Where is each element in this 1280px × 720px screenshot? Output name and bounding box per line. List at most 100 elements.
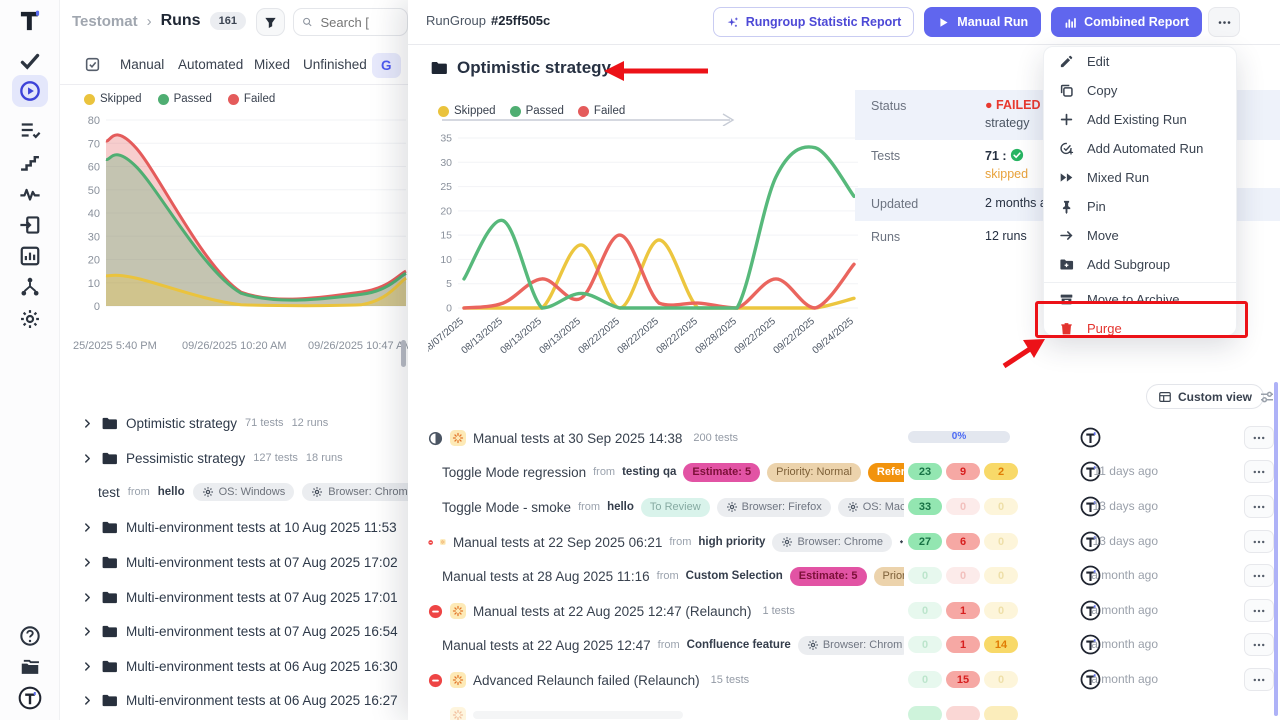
chevron-icon (82, 695, 93, 706)
tree-group-name[interactable]: Pessimistic strategy (126, 451, 245, 466)
tab-automated[interactable]: Automated (178, 57, 243, 72)
sliders-icon[interactable] (1259, 389, 1275, 405)
run-menu-button[interactable] (1244, 495, 1274, 518)
menu-item-copy[interactable]: Copy (1044, 76, 1236, 105)
legend-item-failed: Failed (228, 93, 275, 105)
legend-dot-icon (510, 106, 521, 117)
run-row[interactable]: Manual tests at 30 Sep 2025 14:38200 tes… (428, 422, 1276, 454)
sidebar-gear-icon[interactable] (19, 308, 41, 330)
custom-view-button[interactable]: Custom view (1146, 384, 1264, 409)
testomat-logo-icon[interactable] (17, 8, 43, 34)
sidebar-steps-icon[interactable] (19, 151, 41, 173)
sidebar-branch-icon[interactable] (19, 276, 41, 298)
sidebar-play-circle-icon[interactable] (12, 75, 48, 107)
menu-item-purge[interactable]: Purge (1044, 314, 1236, 343)
sidebar-check-icon[interactable] (19, 50, 41, 72)
multi-select-icon[interactable] (84, 56, 101, 73)
menu-item-add-subgroup[interactable]: Add Subgroup (1044, 250, 1236, 279)
tree-item-group[interactable]: Optimistic strategy71 tests12 runs (82, 411, 408, 435)
run-menu-button[interactable] (1244, 460, 1274, 483)
run-menu-button[interactable] (1244, 426, 1274, 449)
assignee-avatar[interactable] (1080, 427, 1101, 448)
run-name[interactable]: Toggle Mode regression (442, 465, 586, 480)
sidebar-pulse-icon[interactable] (19, 183, 41, 205)
run-name[interactable]: Toggle Mode - smoke (442, 500, 571, 515)
run-menu-button[interactable] (1244, 633, 1274, 656)
menu-item-mixed-run[interactable]: Mixed Run (1044, 163, 1236, 192)
sidebar-folders-icon[interactable] (19, 656, 41, 678)
run-name[interactable]: Manual tests at 28 Aug 2025 11:16 (442, 569, 650, 584)
run-menu-button[interactable] (1244, 564, 1274, 587)
menu-item-add-existing-run[interactable]: Add Existing Run (1044, 105, 1236, 134)
tree-item-group[interactable]: Multi-environment tests at 07 Aug 2025 1… (82, 585, 408, 609)
tree-group-name[interactable]: Multi-environment tests at 07 Aug 2025 1… (126, 555, 398, 570)
tree-item-group[interactable]: Multi-environment tests at 10 Aug 2025 1… (82, 515, 408, 539)
search-box[interactable] (293, 8, 408, 36)
tree-group-name[interactable]: Multi-environment tests at 06 Aug 2025 1… (126, 693, 398, 708)
run-date: 13 days ago (1048, 534, 1158, 548)
run-row-partial[interactable] (428, 699, 1276, 720)
run-name[interactable]: Manual tests at 22 Sep 2025 06:21 (453, 535, 662, 550)
run-row[interactable]: Manual tests at 22 Aug 2025 12:47 (Relau… (428, 595, 1276, 627)
legend-dot-icon (578, 106, 589, 117)
tree-meta: 18 runs (306, 452, 343, 464)
menu-item-pin[interactable]: Pin (1044, 192, 1236, 221)
search-input[interactable] (319, 14, 383, 31)
close-panel-icon[interactable] (1252, 14, 1268, 30)
tree-group-name[interactable]: Multi-environment tests at 07 Aug 2025 1… (126, 624, 398, 639)
tree-group-name[interactable]: Multi-environment tests at 07 Aug 2025 1… (126, 590, 398, 605)
sidebar-question-icon[interactable] (19, 625, 41, 647)
filter-button[interactable] (256, 8, 285, 36)
run-row[interactable]: Manual tests at 22 Aug 2025 12:47fromCon… (428, 629, 1276, 661)
clear-search-icon[interactable] (389, 15, 400, 29)
run-name[interactable]: Manual tests at 22 Aug 2025 12:47 (Relau… (473, 604, 751, 619)
rungroup-statistic-report-button[interactable]: Rungroup Statistic Report (713, 7, 915, 37)
pill-failed: 9 (946, 463, 980, 480)
pill-failed: 1 (946, 602, 980, 619)
run-name[interactable]: Manual tests at 30 Sep 2025 14:38 (473, 431, 682, 446)
menu-item-move-to-archive[interactable]: Move to Archive (1044, 285, 1236, 314)
tab-manual[interactable]: Manual (120, 57, 164, 72)
run-date: 11 days ago (1048, 464, 1158, 478)
run-menu-button[interactable] (1244, 530, 1274, 553)
play-icon (937, 16, 950, 29)
tree-group-name[interactable]: Multi-environment tests at 10 Aug 2025 1… (126, 520, 397, 535)
combined-report-button[interactable]: Combined Report (1051, 7, 1202, 37)
tree-item-group[interactable]: Pessimistic strategy127 tests18 runs (82, 446, 408, 470)
run-row[interactable]: Advanced Relaunch failed (Relaunch)15 te… (428, 664, 1276, 696)
tree-item-group[interactable]: Multi-environment tests at 07 Aug 2025 1… (82, 619, 408, 643)
menu-item-edit[interactable]: Edit (1044, 47, 1236, 76)
run-name[interactable]: Advanced Relaunch failed (Relaunch) (473, 673, 700, 688)
pill-passed: 0 (908, 602, 942, 619)
run-row[interactable]: Manual tests at 28 Aug 2025 11:16fromCus… (428, 560, 1276, 592)
left-panel-scrollbar[interactable] (401, 340, 406, 367)
sidebar-list-check-icon[interactable] (19, 119, 41, 141)
menu-separator (1044, 282, 1236, 283)
run-name[interactable]: Manual tests at 22 Aug 2025 12:47 (442, 638, 651, 653)
run-menu-button[interactable] (1244, 668, 1274, 691)
sidebar-import-icon[interactable] (19, 214, 41, 236)
runs-tabs: Manual Automated Mixed Unfinished G (60, 50, 408, 82)
menu-item-add-automated-run[interactable]: Add Automated Run (1044, 134, 1236, 163)
more-actions-button[interactable] (1208, 7, 1240, 37)
tree-run-name[interactable]: test (98, 485, 120, 500)
run-row[interactable]: Manual tests at 22 Sep 2025 06:21fromhig… (428, 526, 1276, 558)
tree-item-run[interactable]: testfromhelloOS: WindowsBrowser: Chrome (82, 480, 408, 504)
tree-group-name[interactable]: Optimistic strategy (126, 416, 237, 431)
panel-scrollbar[interactable] (1274, 382, 1278, 716)
tab-g[interactable]: G (372, 53, 401, 78)
tree-item-group[interactable]: Multi-environment tests at 07 Aug 2025 1… (82, 550, 408, 574)
run-row[interactable]: Toggle Mode regressionfromtesting qaEsti… (428, 456, 1276, 488)
tree-item-group[interactable]: Multi-environment tests at 06 Aug 2025 1… (82, 654, 408, 678)
menu-item-move[interactable]: Move (1044, 221, 1236, 250)
run-menu-button[interactable] (1244, 599, 1274, 622)
tab-unfinished[interactable]: Unfinished (303, 57, 367, 72)
tree-group-name[interactable]: Multi-environment tests at 06 Aug 2025 1… (126, 659, 398, 674)
manual-run-button[interactable]: Manual Run (924, 7, 1041, 37)
tab-mixed[interactable]: Mixed (254, 57, 290, 72)
sidebar-tlogo-icon[interactable] (18, 686, 42, 710)
breadcrumb-parent[interactable]: Testomat (72, 13, 138, 30)
tree-item-group[interactable]: Multi-environment tests at 06 Aug 2025 1… (82, 688, 408, 712)
run-row[interactable]: Toggle Mode - smokefromhelloTo ReviewBro… (428, 491, 1276, 523)
sidebar-chart-box-icon[interactable] (19, 245, 41, 267)
